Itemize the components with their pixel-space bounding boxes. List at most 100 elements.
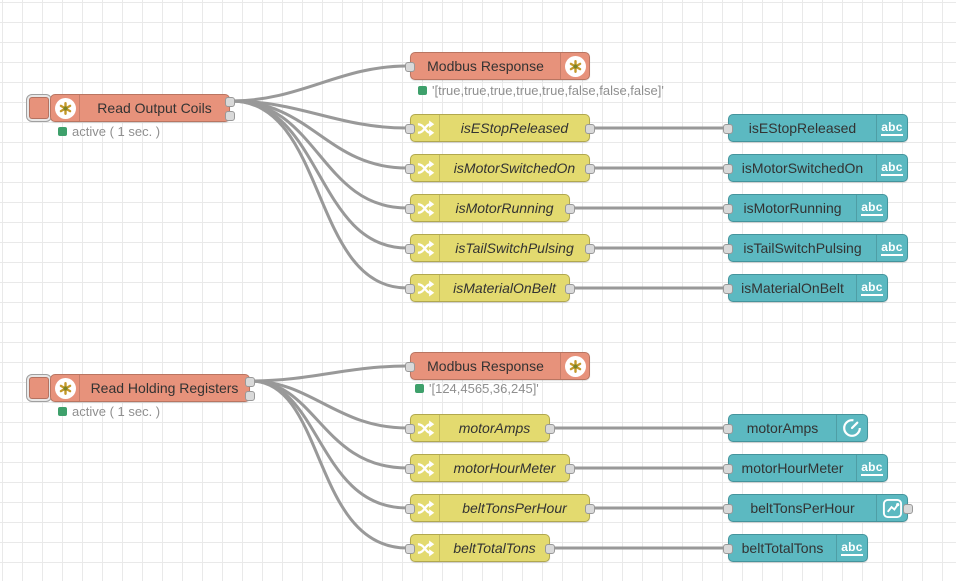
status-text: active ( 1 sec. ) xyxy=(72,124,160,139)
ui-text-node-motorhourmeter[interactable]: motorHourMeter abc xyxy=(728,454,888,482)
wire[interactable] xyxy=(231,66,407,101)
abc-icon: abc xyxy=(836,535,867,561)
abc-icon: abc xyxy=(856,275,887,301)
input-port[interactable] xyxy=(405,544,415,554)
modbus-response-node-2[interactable]: Modbus Response xyxy=(410,352,590,380)
node-label: beltTonsPerHour xyxy=(729,495,876,521)
switch-node-isestopreleased[interactable]: isEStopReleased xyxy=(410,114,590,142)
switch-icon xyxy=(411,415,440,441)
modbus-read-trigger-button[interactable] xyxy=(26,374,52,402)
output-port[interactable] xyxy=(585,164,595,174)
node-status: active ( 1 sec. ) xyxy=(58,124,160,139)
modbus-read-node-output-coils[interactable]: Read Output Coils xyxy=(50,94,230,122)
node-label: motorAmps xyxy=(440,415,549,441)
modbus-response-node-1[interactable]: Modbus Response xyxy=(410,52,590,80)
ui-text-node-belttotaltons[interactable]: beltTotalTons abc xyxy=(728,534,868,562)
switch-node-motorhourmeter[interactable]: motorHourMeter xyxy=(410,454,570,482)
modbus-icon xyxy=(51,95,80,121)
input-port[interactable] xyxy=(723,164,733,174)
output-port[interactable] xyxy=(565,284,575,294)
input-port[interactable] xyxy=(405,464,415,474)
output-port-1[interactable] xyxy=(225,97,235,107)
switch-icon xyxy=(411,495,440,521)
input-port[interactable] xyxy=(405,362,415,372)
switch-icon xyxy=(411,115,440,141)
node-label: beltTotalTons xyxy=(440,535,549,561)
modbus-read-node-holding-registers[interactable]: Read Holding Registers xyxy=(50,374,250,402)
switch-node-belttonsperhour[interactable]: beltTonsPerHour xyxy=(410,494,590,522)
node-label: beltTotalTons xyxy=(729,535,836,561)
output-port-2[interactable] xyxy=(245,391,255,401)
ui-text-node-ismotorswitchedon[interactable]: isMotorSwitchedOn abc xyxy=(728,154,908,182)
output-port[interactable] xyxy=(545,544,555,554)
input-port[interactable] xyxy=(723,424,733,434)
node-label: isMotorRunning xyxy=(729,195,856,221)
node-label: Modbus Response xyxy=(411,53,560,79)
input-port[interactable] xyxy=(723,504,733,514)
output-port[interactable] xyxy=(585,504,595,514)
switch-icon xyxy=(411,455,440,481)
input-port[interactable] xyxy=(723,464,733,474)
input-port[interactable] xyxy=(405,62,415,72)
output-port[interactable] xyxy=(565,204,575,214)
switch-icon xyxy=(411,195,440,221)
output-port[interactable] xyxy=(585,244,595,254)
wire[interactable] xyxy=(231,101,407,288)
ui-text-node-ismotorrunning[interactable]: isMotorRunning abc xyxy=(728,194,888,222)
ui-text-node-istailswitchpulsing[interactable]: isTailSwitchPulsing abc xyxy=(728,234,908,262)
switch-node-istailswitchpulsing[interactable]: isTailSwitchPulsing xyxy=(410,234,590,262)
switch-node-motoramps[interactable]: motorAmps xyxy=(410,414,550,442)
input-port[interactable] xyxy=(723,124,733,134)
switch-icon xyxy=(411,155,440,181)
node-label: isMotorSwitchedOn xyxy=(440,155,589,181)
node-label: motorAmps xyxy=(729,415,836,441)
output-port[interactable] xyxy=(565,464,575,474)
status-text: active ( 1 sec. ) xyxy=(72,404,160,419)
flow-canvas[interactable]: Read Output Coils active ( 1 sec. ) Modb… xyxy=(0,0,956,581)
modbus-icon xyxy=(560,353,589,379)
switch-node-ismotorswitchedon[interactable]: isMotorSwitchedOn xyxy=(410,154,590,182)
output-port[interactable] xyxy=(585,124,595,134)
node-status: '[true,true,true,true,true,false,false,f… xyxy=(418,83,664,98)
wire[interactable] xyxy=(251,381,407,508)
node-label: isTailSwitchPulsing xyxy=(729,235,876,261)
input-port[interactable] xyxy=(723,204,733,214)
ui-text-node-isestopreleased[interactable]: isEStopReleased abc xyxy=(728,114,908,142)
switch-node-ismaterialonbelt[interactable]: isMaterialOnBelt xyxy=(410,274,570,302)
ui-text-node-ismaterialonbelt[interactable]: isMaterialOnBelt abc xyxy=(728,274,888,302)
node-label: isEStopReleased xyxy=(729,115,876,141)
input-port[interactable] xyxy=(405,244,415,254)
output-port[interactable] xyxy=(903,504,913,514)
input-port[interactable] xyxy=(405,424,415,434)
output-port[interactable] xyxy=(545,424,555,434)
switch-icon xyxy=(411,275,440,301)
input-port[interactable] xyxy=(405,124,415,134)
switch-node-belttotaltons[interactable]: beltTotalTons xyxy=(410,534,550,562)
abc-icon: abc xyxy=(876,115,907,141)
input-port[interactable] xyxy=(405,164,415,174)
input-port[interactable] xyxy=(405,204,415,214)
ui-chart-node-belttonsperhour[interactable]: beltTonsPerHour xyxy=(728,494,908,522)
gauge-icon xyxy=(836,415,867,441)
input-port[interactable] xyxy=(723,284,733,294)
status-text: '[124,4565,36,245]' xyxy=(429,381,539,396)
switch-node-ismotorrunning[interactable]: isMotorRunning xyxy=(410,194,570,222)
node-label: motorHourMeter xyxy=(729,455,856,481)
output-port-1[interactable] xyxy=(245,377,255,387)
ui-gauge-node-motoramps[interactable]: motorAmps xyxy=(728,414,868,442)
node-label: isEStopReleased xyxy=(440,115,589,141)
status-ok-icon xyxy=(58,407,67,416)
wire[interactable] xyxy=(231,101,407,168)
status-ok-icon xyxy=(418,86,427,95)
modbus-read-trigger-button[interactable] xyxy=(26,94,52,122)
input-port[interactable] xyxy=(723,544,733,554)
wire[interactable] xyxy=(231,101,407,248)
output-port-2[interactable] xyxy=(225,111,235,121)
node-label: isMaterialOnBelt xyxy=(729,275,856,301)
node-label: Modbus Response xyxy=(411,353,560,379)
switch-icon xyxy=(411,535,440,561)
input-port[interactable] xyxy=(723,244,733,254)
wire[interactable] xyxy=(251,366,407,381)
input-port[interactable] xyxy=(405,284,415,294)
input-port[interactable] xyxy=(405,504,415,514)
